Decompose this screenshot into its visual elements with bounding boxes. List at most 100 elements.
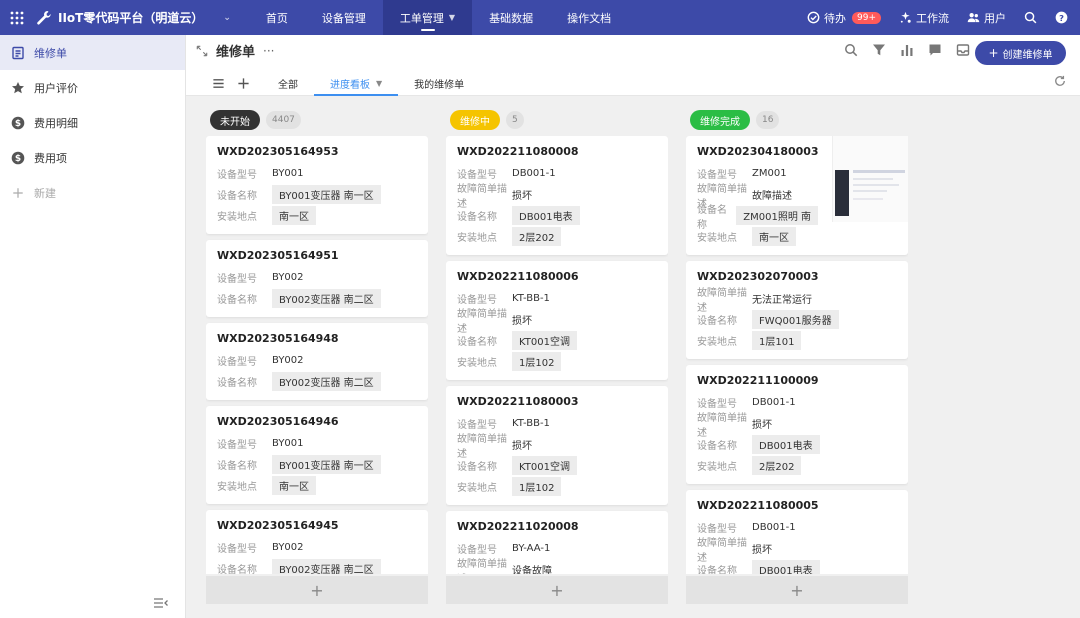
add-card-button[interactable]: + [446,576,668,604]
field-value: BY002 [272,542,304,553]
kanban-card[interactable]: WXD202211080005 设备型号 DB001-1 故障简单描述 损坏 设备名称 DB… [686,490,908,574]
card-field-row: 安装地点 南一区 [217,205,417,226]
todo-count-badge: 99+ [852,11,881,24]
field-value: DB001-1 [512,168,556,179]
card-field-row: 设备型号 BY002 [217,350,417,371]
kanban-card[interactable]: WXD202305164953 设备型号 BY001 设备名称 BY001变压器 南一区… [206,136,428,234]
field-label: 设备名称 [457,212,497,223]
dollar-icon: $ [11,116,25,130]
users-button[interactable]: 用户 [967,10,1006,26]
sidebar-item-repair-orders[interactable]: 维修单 [0,35,185,70]
field-value: 1层101 [752,331,802,350]
workflow-button[interactable]: 工作流 [899,10,949,26]
help-button[interactable]: ? [1055,11,1068,24]
field-value: BY001 [272,168,304,179]
tab-all[interactable]: 全部 [262,71,314,96]
tab-progress-board[interactable]: 进度看板 ▼ [314,71,399,96]
sidebar-item-cost-items[interactable]: $ 费用项 [0,140,185,175]
nav-tab-work-order-management[interactable]: 工单管理 ▼ [382,0,473,35]
card-field-row: 安装地点 2层202 [697,455,897,476]
field-value: KT001空调 [512,456,577,475]
field-value: BY002 [272,272,304,283]
field-label: 故障简单描述 [457,433,507,460]
field-value: 损坏 [752,545,772,556]
card-order-id: WXD202211080003 [457,395,579,408]
sidebar-add-button[interactable]: 新建 [0,175,185,210]
kanban-card[interactable]: WXD202211020008设备型号BY-AA-1故障简单描述设备故障 [446,511,668,574]
card-field-row: 设备名称 BY002变压器 南二区 [217,288,417,309]
card-field-row: 设备型号 BY002 [217,267,417,288]
nav-tab-base-data[interactable]: 基础数据 [472,0,550,35]
card-field-row: 设备型号 BY001 [217,433,417,454]
card-order-id: WXD202305164953 [217,145,339,158]
dollar-icon: $ [11,151,25,165]
field-label: 设备名称 [217,378,257,389]
menu-icon[interactable] [212,77,225,90]
app-brand[interactable]: IIoT零代码平台（明道云） ⌄ [34,9,231,26]
field-value: DB001电表 [752,560,820,574]
field-value: BY-AA-1 [512,543,551,554]
comment-icon[interactable] [928,43,942,57]
caret-down-icon[interactable]: ▼ [376,79,382,88]
field-value: 1层102 [512,352,562,371]
plus-icon[interactable] [237,77,250,90]
kanban-card[interactable]: WXD202304180003 设备型号 ZM001 故障简单描述 故障描述 设备名称 ZM… [686,136,908,255]
card-field-row: 设备名称 ZM001照明 南 [697,205,818,231]
nav-tab-home[interactable]: 首页 [249,0,305,35]
card-order-id: WXD202305164951 [217,249,339,262]
more-options-button[interactable]: ··· [263,44,274,58]
kanban-card[interactable]: WXD202211100009 设备型号 DB001-1 故障简单描述 损坏 设备名称 DB… [686,365,908,484]
add-card-button[interactable]: + [686,576,908,604]
refresh-icon[interactable] [1054,75,1066,87]
kanban-card[interactable]: WXD202211080003 设备型号 KT-BB-1 故障简单描述 损坏 设备名称 KT… [446,386,668,505]
card-field-row: 安装地点 1层101 [697,330,897,351]
kanban-card[interactable]: WXD202211080008 设备型号 DB001-1 故障简单描述 损坏 设备名称 DB… [446,136,668,255]
nav-tab-device-management[interactable]: 设备管理 [305,0,383,35]
kanban-card[interactable]: WXD202305164951 设备型号 BY002 设备名称 BY002变压器 南二区 [206,240,428,317]
field-label: 故障简单描述 [457,558,507,575]
collapse-sidebar-icon[interactable] [153,596,169,610]
app-grid-button[interactable] [0,0,34,35]
field-label: 设备名称 [697,441,737,452]
kanban-card[interactable]: WXD202305164948 设备型号 BY002 设备名称 BY002变压器 南二区 [206,323,428,400]
expand-icon[interactable] [196,45,208,57]
field-label: 安装地点 [697,462,737,473]
filter-icon[interactable] [872,43,886,57]
field-label: 安装地点 [217,212,257,223]
plus-icon: + [988,46,999,60]
todo-button[interactable]: 待办 99+ [807,10,881,26]
card-list: WXD202305164953 设备型号 BY001 设备名称 BY001变压器 南一区… [206,136,428,574]
sidebar-item-user-reviews[interactable]: 用户评价 [0,70,185,105]
sidebar-item-cost-details[interactable]: $ 费用明细 [0,105,185,140]
kanban-card[interactable]: WXD202305164946 设备型号 BY001 设备名称 BY001变压器 南一区… [206,406,428,504]
field-label: 安装地点 [457,358,497,369]
kanban-card[interactable]: WXD202305164945 设备型号 BY002 设备名称 BY002变压器 南二区 [206,510,428,574]
tab-my-orders[interactable]: 我的维修单 [398,71,480,96]
field-label: 故障简单描述 [697,287,747,314]
field-label: 故障简单描述 [457,308,507,335]
card-field-row: 设备名称 BY002变压器 南二区 [217,371,417,392]
field-value: 损坏 [752,420,772,431]
add-card-button[interactable]: + [206,576,428,604]
field-label: 安装地点 [457,233,497,244]
create-repair-order-button[interactable]: + 创建维修单 [975,41,1066,65]
kanban-card[interactable]: WXD202211080006 设备型号 KT-BB-1 故障简单描述 损坏 设备名称 KT… [446,261,668,380]
card-field-row: 设备名称 KT001空调 [457,455,657,476]
search-button[interactable] [1024,11,1037,24]
chevron-down-icon[interactable]: ⌄ [223,13,231,23]
search-icon[interactable] [844,43,858,57]
card-field-row: 故障简单描述 损坏 [457,434,657,460]
inbox-icon[interactable] [956,43,970,57]
bar-chart-icon[interactable] [900,43,914,57]
field-label: 设备名称 [697,204,727,231]
card-order-id: WXD202304180003 [697,145,819,158]
field-label: 设备型号 [217,440,257,451]
field-value: 2层202 [512,227,562,246]
nav-tab-docs[interactable]: 操作文档 [550,0,628,35]
card-thumbnail-image[interactable] [832,136,908,222]
kanban-card[interactable]: WXD202302070003 故障简单描述 无法正常运行 设备名称 FWQ001服务器… [686,261,908,359]
field-value: KT-BB-1 [512,293,550,304]
field-value: 1层102 [512,477,562,496]
field-value: BY002 [272,355,304,366]
field-value: BY002变压器 南二区 [272,372,381,391]
